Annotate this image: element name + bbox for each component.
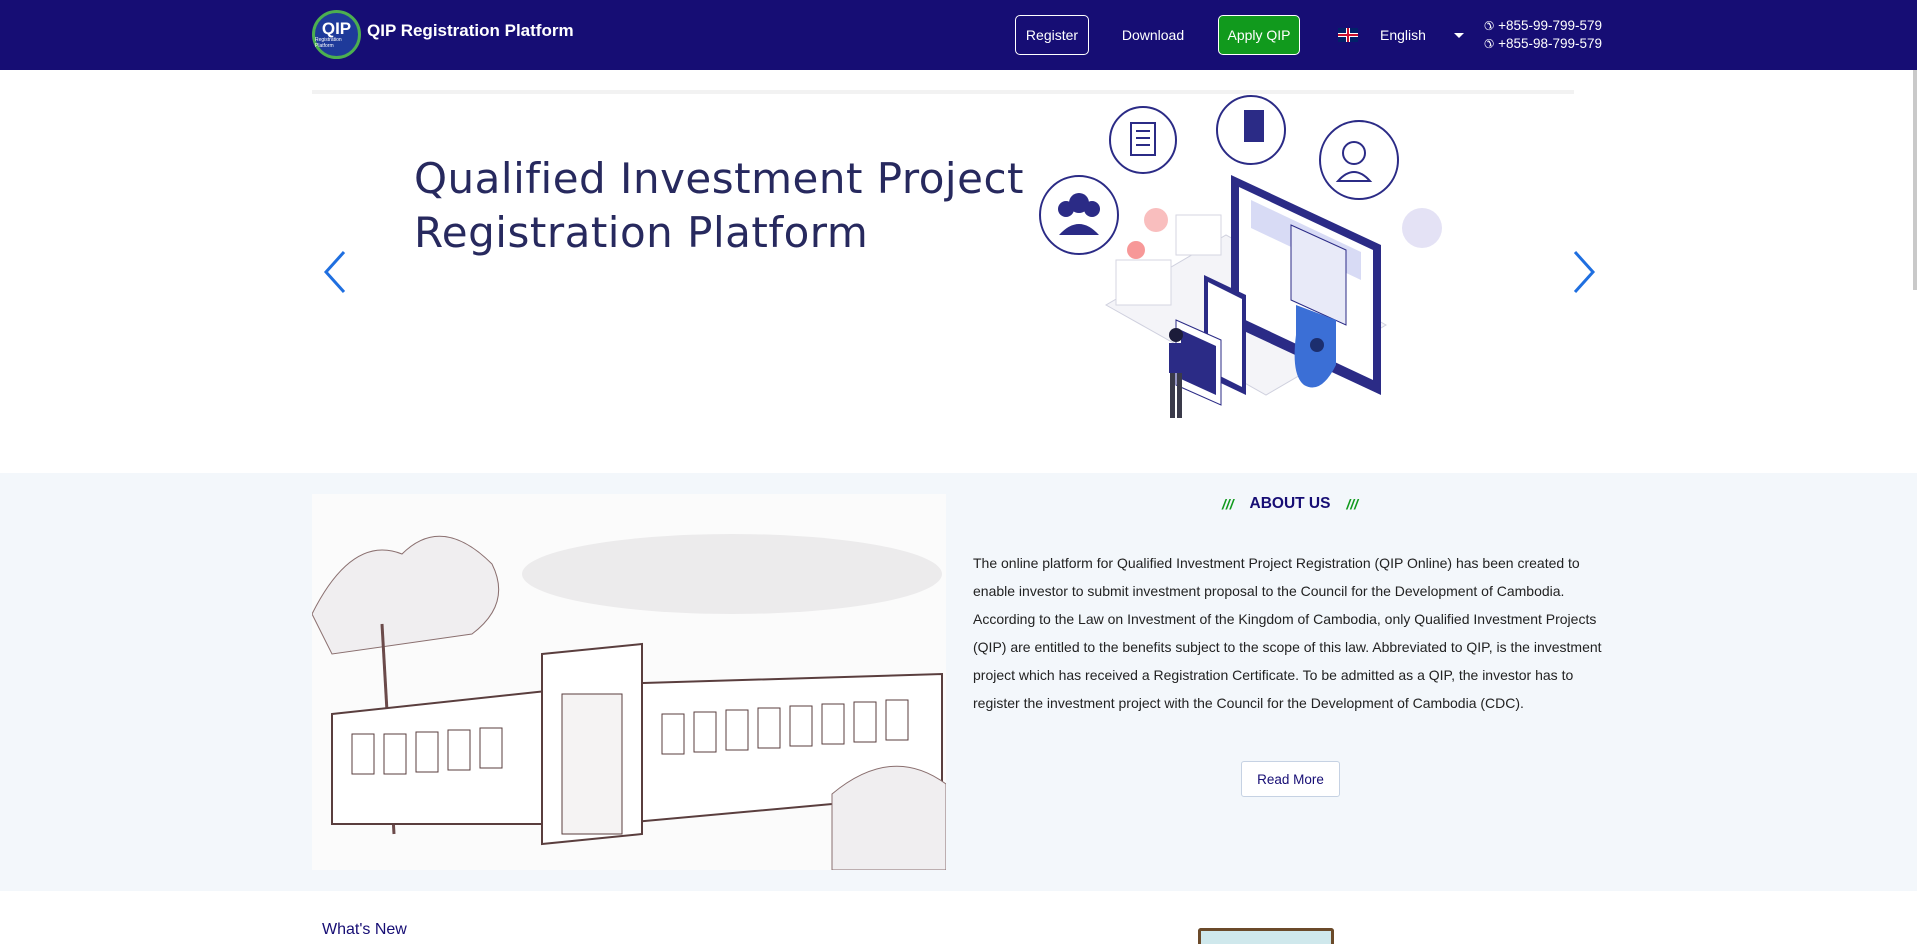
phone-numbers: ✆ +855-99-799-579 ✆ +855-98-799-579 (1484, 17, 1602, 53)
hero-title-line: Registration Platform (414, 208, 869, 257)
chevron-down-icon (1454, 33, 1464, 38)
about-heading: /// ABOUT US /// (1222, 493, 1358, 515)
heading-decoration: /// (1346, 496, 1358, 512)
language-selector[interactable]: English (1338, 18, 1470, 52)
page-scrollbar[interactable] (1913, 70, 1917, 290)
hero-title-line: Qualified Investment Project (414, 154, 1024, 203)
about-title: ABOUT US (1249, 495, 1331, 512)
phone-item[interactable]: ✆ +855-99-799-579 (1484, 17, 1602, 35)
about-paragraph: The online platform for Qualified Invest… (973, 555, 1602, 711)
carousel-slide-title: Qualified Investment Project Registratio… (414, 152, 1024, 260)
carousel-next-icon[interactable] (1569, 248, 1599, 296)
phone-icon: ✆ (1484, 37, 1495, 51)
building-sketch (312, 494, 946, 870)
qip-logo: QIP Registration Platform (312, 10, 361, 59)
register-button[interactable]: Register (1015, 15, 1089, 55)
top-navbar: QIP Registration Platform QIP Registrati… (0, 0, 1917, 70)
download-link[interactable]: Download (1108, 15, 1198, 55)
uk-flag-icon (1338, 28, 1358, 42)
building-sketch-image (312, 494, 946, 870)
brand[interactable]: QIP Registration Platform QIP Registrati… (312, 10, 574, 59)
about-section (0, 473, 1917, 891)
apply-qip-button[interactable]: Apply QIP (1218, 15, 1300, 55)
phone-number: +855-99-799-579 (1498, 18, 1603, 33)
whats-new-heading: What's New (322, 921, 407, 938)
phone-item[interactable]: ✆ +855-98-799-579 (1484, 35, 1602, 53)
read-more-button[interactable]: Read More (1241, 761, 1340, 797)
heading-decoration: /// (1222, 496, 1234, 512)
logo-text: QIP (321, 18, 352, 38)
hero-illustration (1039, 95, 1442, 418)
carousel-prev-icon[interactable] (320, 248, 350, 296)
news-thumbnail[interactable] (1198, 928, 1334, 944)
logo-subtext: Registration Platform (315, 36, 342, 49)
site-title: QIP Registration Platform (367, 20, 574, 40)
language-label: English (1380, 27, 1426, 43)
phone-number: +855-98-799-579 (1498, 36, 1603, 51)
carousel-indicator-bar (312, 90, 1574, 94)
phone-icon: ✆ (1484, 19, 1495, 33)
